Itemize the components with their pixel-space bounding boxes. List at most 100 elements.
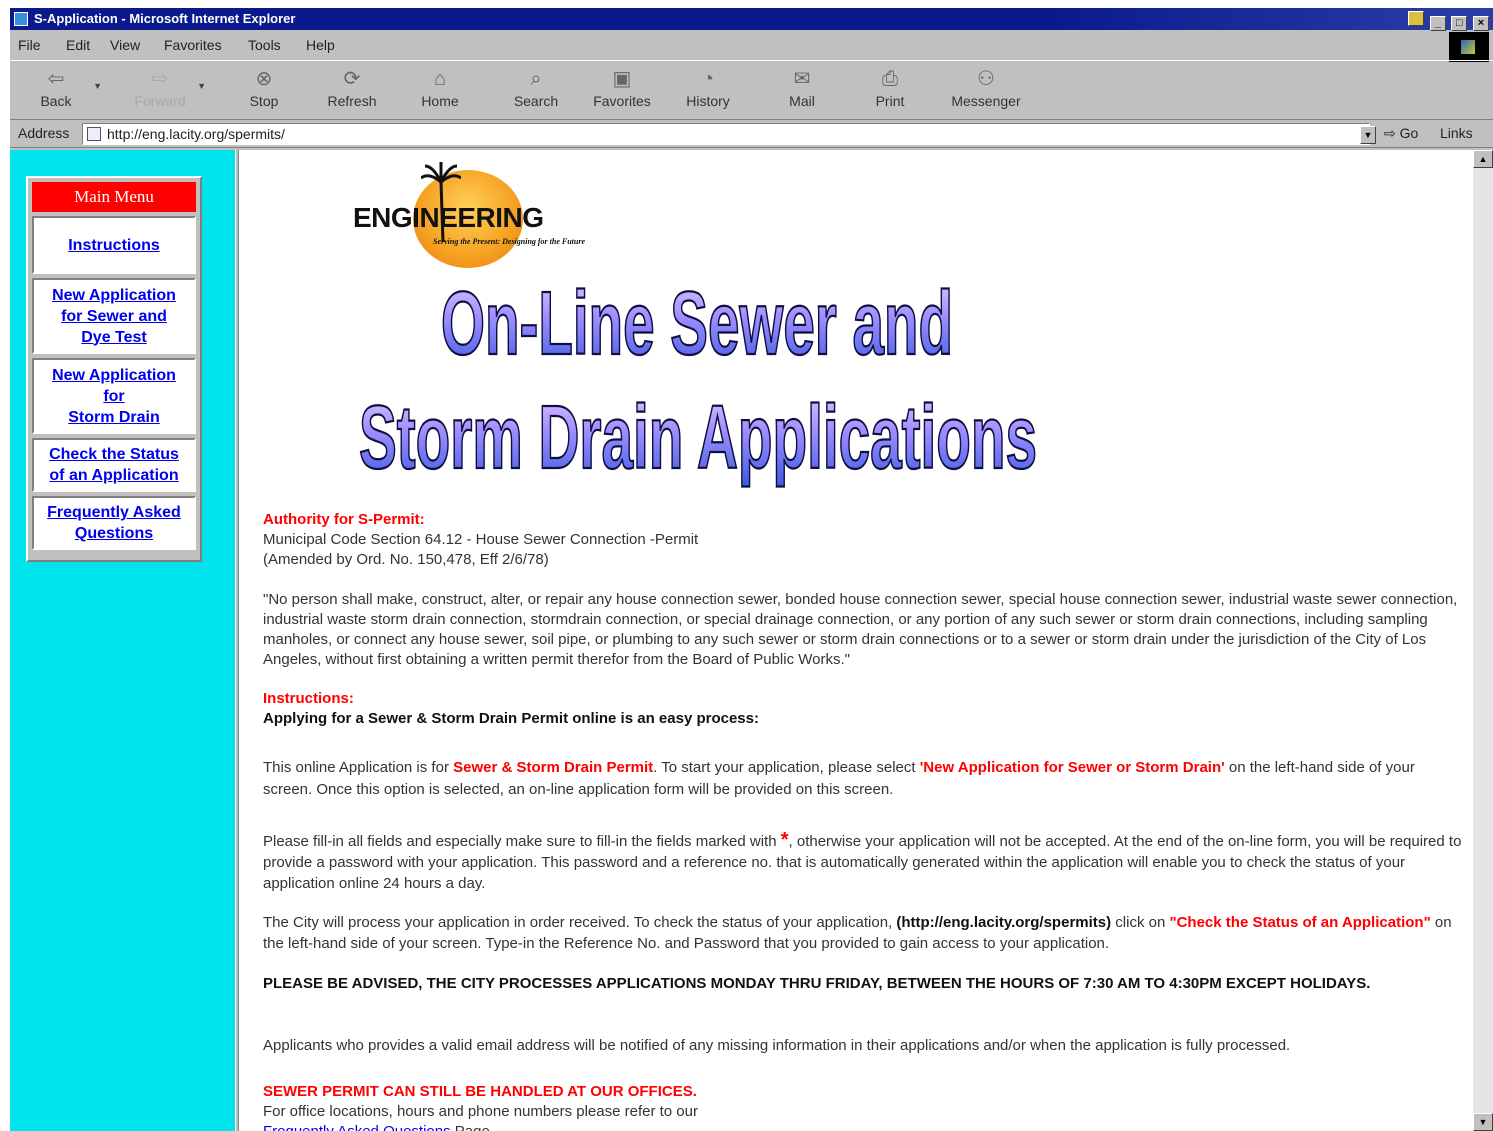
search-icon: ⌕ [530, 68, 542, 90]
menu-bar: File Edit View Favorites Tools Help [10, 32, 1493, 56]
page-viewport: Main Menu Instructions New Application f… [10, 150, 1493, 1131]
authority-heading: Authority for S-Permit: [263, 511, 425, 528]
menu-favorites[interactable]: Favorites [164, 37, 222, 53]
messenger-button[interactable]: ⚇ Messenger [936, 67, 1036, 109]
print-button[interactable]: ⎙ Print [850, 67, 930, 109]
go-arrow-icon: ⇨ [1384, 125, 1396, 141]
messenger-label: Messenger [951, 93, 1021, 109]
instructions-section: Instructions: Applying for a Sewer & Sto… [263, 689, 1468, 729]
menu-item-instructions: Instructions [32, 216, 196, 274]
instructions-link[interactable]: Instructions [68, 235, 160, 256]
faq-page-link[interactable]: Frequently Asked Questions [263, 1123, 451, 1131]
favorites-folder-icon: ▣ [612, 68, 632, 90]
hours-notice: PLEASE BE ADVISED, THE CITY PROCESSES AP… [263, 975, 1371, 992]
windows-flag-icon [1461, 40, 1475, 54]
faq-link[interactable]: Frequently Asked Questions [47, 502, 181, 544]
back-label: Back [40, 93, 72, 109]
menu-item-faq: Frequently Asked Questions [32, 496, 196, 550]
page-icon [87, 127, 101, 141]
menu-tools[interactable]: Tools [248, 37, 281, 53]
forward-dropdown-icon[interactable]: ▼ [197, 81, 206, 91]
main-menu-title: Main Menu [32, 182, 196, 212]
stop-label: Stop [249, 93, 279, 109]
address-label: Address [18, 125, 70, 141]
left-frame: Main Menu Instructions New Application f… [10, 150, 235, 1131]
close-button[interactable]: × [1473, 16, 1489, 31]
history-button[interactable]: ◔ History [668, 67, 748, 109]
instructions-paragraph-3: The City will process your application i… [263, 914, 1452, 952]
authority-section: Authority for S-Permit: Municipal Code S… [263, 510, 1468, 570]
instructions-heading: Instructions: [263, 690, 354, 707]
check-status-link[interactable]: Check the Status of an Application [49, 444, 179, 486]
ie-icon [14, 12, 28, 26]
frame-divider[interactable] [235, 150, 239, 1131]
home-icon: ⌂ [433, 68, 447, 90]
menu-item-new-storm-drain-application: New Application for Storm Drain [32, 358, 196, 434]
links-button[interactable]: Links [1440, 125, 1473, 141]
mail-label: Mail [789, 93, 815, 109]
back-dropdown-icon[interactable]: ▼ [93, 81, 102, 91]
history-label: History [686, 93, 730, 109]
instructions-paragraph-2: Please fill-in all fields and especially… [263, 829, 1462, 893]
window-controls: _ □ × [1406, 11, 1489, 31]
mail-button[interactable]: ✉ Mail [762, 67, 842, 109]
address-input[interactable]: http://eng.lacity.org/spermits/ [82, 123, 1370, 145]
printer-icon: ⎙ [882, 68, 898, 90]
favorites-label: Favorites [593, 93, 651, 109]
address-url: http://eng.lacity.org/spermits/ [107, 126, 285, 142]
browser-window: S-Application - Microsoft Internet Explo… [10, 8, 1493, 1131]
forward-button[interactable]: ⇨ Forward ▼ [120, 67, 206, 109]
logo-tagline: Serving the Present: Designing for the F… [433, 237, 586, 246]
menu-view[interactable]: View [110, 37, 140, 53]
stop-button[interactable]: ⊗ Stop [224, 67, 304, 109]
email-notice: Applicants who provides a valid email ad… [263, 1037, 1291, 1054]
menu-item-new-sewer-application: New Application for Sewer and Dye Test [32, 278, 196, 354]
messenger-person-icon: ⚇ [977, 68, 995, 90]
offices-line1: For office locations, hours and phone nu… [263, 1103, 698, 1120]
address-dropdown-icon[interactable]: ▼ [1360, 126, 1376, 144]
refresh-icon: ⟳ [343, 68, 361, 90]
offices-heading: SEWER PERMIT CAN STILL BE HANDLED AT OUR… [263, 1083, 697, 1100]
refresh-label: Refresh [327, 93, 377, 109]
authority-quote: "No person shall make, construct, alter,… [263, 591, 1458, 668]
minimize-button[interactable]: _ [1429, 16, 1446, 31]
scroll-up-icon[interactable]: ▲ [1473, 150, 1493, 168]
vertical-scrollbar[interactable]: ▲ ▼ [1473, 150, 1493, 1131]
menu-file[interactable]: File [18, 37, 41, 53]
history-icon: ◔ [701, 68, 715, 90]
headline-line1: On-Line Sewer and [441, 274, 953, 374]
page-headline: On-Line Sewer and Storm Drain Applicatio… [358, 273, 1038, 488]
menu-help[interactable]: Help [306, 37, 335, 53]
back-button[interactable]: ⇦ Back ▼ [16, 67, 102, 109]
home-label: Home [421, 93, 459, 109]
print-label: Print [875, 93, 905, 109]
engineering-logo: ENGINEERING Serving the Present: Designi… [341, 158, 641, 268]
menu-edit[interactable]: Edit [66, 37, 90, 53]
home-button[interactable]: ⌂ Home [400, 67, 480, 109]
authority-code: Municipal Code Section 64.12 - House Sew… [263, 531, 699, 548]
logo-wordmark: ENGINEERING [353, 202, 544, 233]
instructions-paragraph-1: This online Application is for Sewer & S… [263, 759, 1415, 798]
window-title: S-Application - Microsoft Internet Explo… [34, 11, 296, 26]
go-button[interactable]: ⇨ Go [1384, 125, 1418, 142]
scroll-down-icon[interactable]: ▼ [1473, 1113, 1493, 1131]
offices-section: SEWER PERMIT CAN STILL BE HANDLED AT OUR… [263, 1082, 1468, 1131]
search-button[interactable]: ⌕ Search [496, 67, 576, 109]
title-bar: S-Application - Microsoft Internet Explo… [10, 8, 1493, 31]
refresh-button[interactable]: ⟳ Refresh [312, 67, 392, 109]
stop-icon: ⊗ [255, 68, 273, 90]
windows-logo-throbber [1449, 32, 1489, 62]
search-label: Search [513, 93, 559, 109]
authority-amended: (Amended by Ord. No. 150,478, Eff 2/6/78… [263, 551, 549, 568]
address-bar: Address http://eng.lacity.org/spermits/ … [10, 120, 1493, 148]
main-menu: Main Menu Instructions New Application f… [26, 176, 202, 562]
menu-item-check-status: Check the Status of an Application [32, 438, 196, 492]
forward-label: Forward [134, 93, 186, 109]
new-sewer-application-link[interactable]: New Application for Sewer and Dye Test [52, 285, 176, 348]
required-asterisk: * [780, 829, 789, 851]
favorites-button[interactable]: ▣ Favorites [582, 67, 662, 109]
headline-line2: Storm Drain Applications [359, 388, 1037, 488]
new-storm-drain-application-link[interactable]: New Application for Storm Drain [52, 365, 176, 428]
maximize-button[interactable]: □ [1451, 16, 1468, 31]
instructions-subheading: Applying for a Sewer & Storm Drain Permi… [263, 710, 759, 727]
